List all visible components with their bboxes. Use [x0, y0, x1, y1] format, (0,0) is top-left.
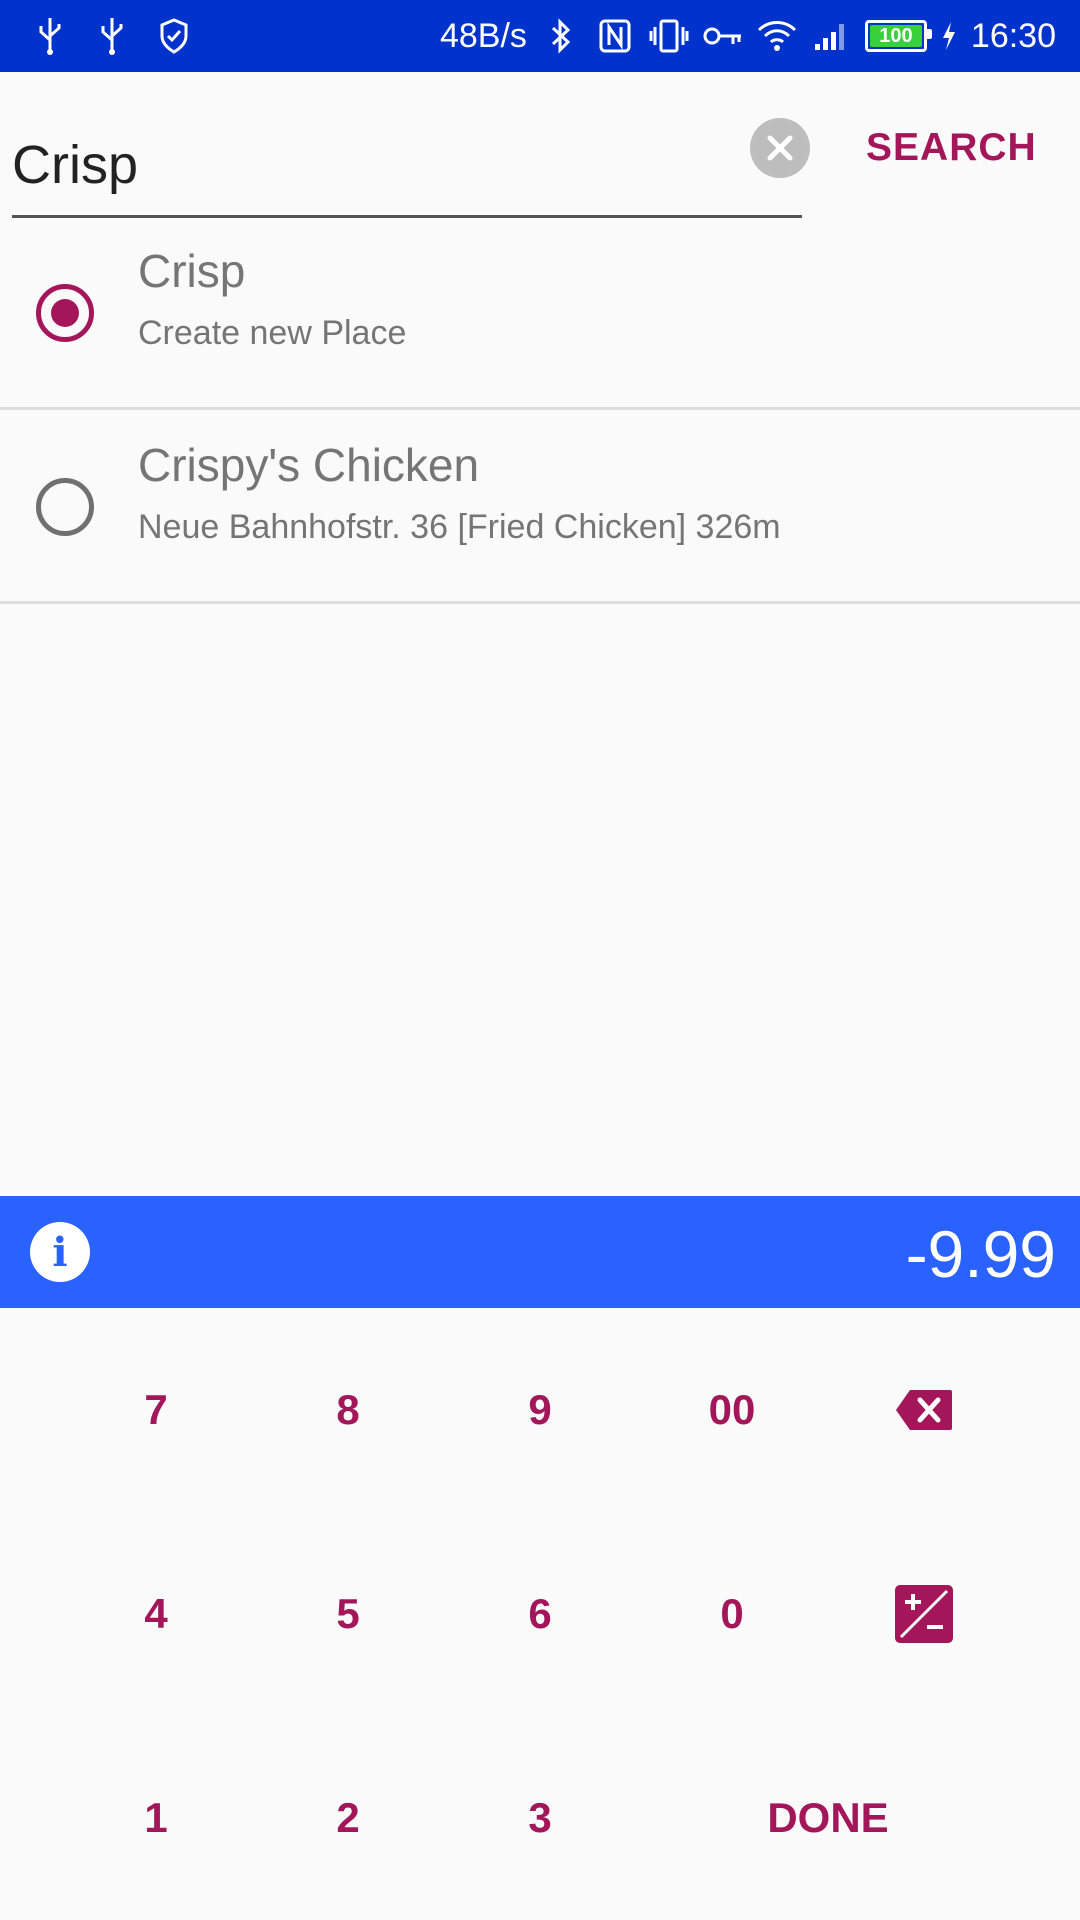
- amount-bar: i -9.99: [0, 1196, 1080, 1308]
- numeric-keypad: 7 8 9 00 4 5 6 0 1 2 3 DONE: [0, 1308, 1080, 1920]
- list-item-title: Crisp: [138, 245, 246, 297]
- net-speed: 48B/s: [439, 16, 527, 55]
- key-3[interactable]: 3: [444, 1716, 636, 1920]
- plus-minus-icon: [895, 1585, 953, 1643]
- list-item[interactable]: Crisp Create new Place: [0, 216, 1080, 410]
- key-2[interactable]: 2: [252, 1716, 444, 1920]
- key-8[interactable]: 8: [252, 1308, 444, 1512]
- wifi-icon: [757, 14, 797, 58]
- search-input[interactable]: [12, 114, 802, 218]
- key-0[interactable]: 0: [636, 1512, 828, 1716]
- key-4[interactable]: 4: [60, 1512, 252, 1716]
- status-bar: 48B/s 100 16:30: [0, 0, 1080, 72]
- key-7[interactable]: 7: [60, 1308, 252, 1512]
- nfc-icon: [595, 14, 635, 58]
- key-1[interactable]: 1: [60, 1716, 252, 1920]
- list-item-subtitle: Create new Place: [138, 314, 407, 352]
- usb-icon: [30, 14, 70, 58]
- key-9[interactable]: 9: [444, 1308, 636, 1512]
- vpn-key-icon: [703, 14, 743, 58]
- clock: 16:30: [970, 16, 1056, 55]
- close-icon: [767, 135, 793, 161]
- plus-minus-button[interactable]: [828, 1512, 1020, 1716]
- charging-icon: [941, 14, 957, 58]
- clear-search-button[interactable]: [750, 118, 810, 178]
- radio-button-selected[interactable]: [36, 284, 94, 342]
- done-button[interactable]: DONE: [636, 1716, 1020, 1920]
- key-5[interactable]: 5: [252, 1512, 444, 1716]
- key-00[interactable]: 00: [636, 1308, 828, 1512]
- usb-icon: [92, 14, 132, 58]
- key-6[interactable]: 6: [444, 1512, 636, 1716]
- signal-icon: [811, 14, 851, 58]
- list-item-subtitle: Neue Bahnhofstr. 36 [Fried Chicken] 326m: [138, 508, 781, 546]
- battery-level: 100: [879, 24, 913, 47]
- vibrate-icon: [649, 14, 689, 58]
- amount-display: -9.99: [905, 1217, 1056, 1291]
- shield-icon: [154, 14, 194, 58]
- bluetooth-icon: [541, 14, 581, 58]
- list-item[interactable]: Crispy's Chicken Neue Bahnhofstr. 36 [Fr…: [0, 410, 1080, 604]
- battery-icon: 100: [864, 20, 932, 52]
- backspace-icon: [896, 1390, 952, 1430]
- list-item-title: Crispy's Chicken: [138, 439, 480, 491]
- search-button[interactable]: SEARCH: [866, 118, 1037, 178]
- backspace-button[interactable]: [828, 1308, 1020, 1512]
- radio-button[interactable]: [36, 478, 94, 536]
- info-icon[interactable]: i: [30, 1222, 90, 1282]
